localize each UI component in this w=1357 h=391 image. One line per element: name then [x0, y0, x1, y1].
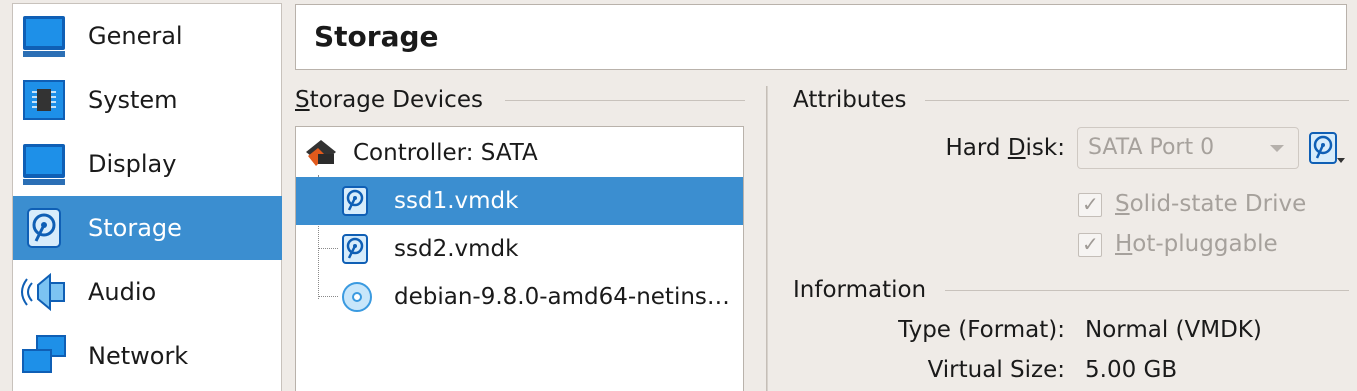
mnemonic: S	[1115, 191, 1130, 217]
solid-state-checkbox[interactable]: ✓	[1078, 192, 1102, 217]
sidebar-item-label: Audio	[88, 278, 157, 306]
hard-disk-icon	[342, 186, 368, 216]
attributes-title: Attributes	[793, 87, 907, 113]
general-icon	[23, 16, 65, 57]
network-icon	[22, 335, 66, 373]
title-rest: torage Devices	[309, 87, 483, 113]
chevron-down-icon	[1270, 145, 1284, 152]
settings-sidebar: General System Display Storage Audio Net…	[12, 3, 282, 391]
hard-disk-icon	[342, 234, 368, 264]
sidebar-item-label: Storage	[88, 214, 182, 242]
tree-item-ssd1[interactable]: ssd1.vmdk	[296, 177, 743, 225]
mnemonic: S	[295, 87, 310, 113]
label-part: ot-pluggable	[1132, 231, 1278, 257]
hot-pluggable-checkbox[interactable]: ✓	[1078, 232, 1102, 257]
sidebar-item-label: System	[88, 86, 178, 114]
display-icon	[23, 144, 65, 185]
divider	[945, 290, 1349, 291]
hard-disk-select-value: SATA Port 0	[1088, 135, 1215, 160]
tree-item-label: debian-9.8.0-amd64-netins…	[394, 284, 730, 310]
label-part: Hard	[945, 135, 1008, 161]
label-part: isk:	[1025, 135, 1065, 161]
choose-disk-button[interactable]	[1307, 130, 1347, 168]
label-part: olid-state Drive	[1129, 191, 1307, 217]
tree-item-label: ssd1.vmdk	[394, 188, 519, 214]
info-size-value: 5.00 GB	[1085, 357, 1178, 383]
divider	[925, 100, 1349, 101]
storage-icon	[27, 208, 61, 248]
hot-pluggable-label: Hot-pluggable	[1115, 229, 1278, 259]
info-type-label: Type (Format):	[898, 317, 1065, 343]
sidebar-item-system[interactable]: System	[13, 68, 282, 132]
sidebar-item-general[interactable]: General	[13, 4, 282, 68]
tree-item-controller[interactable]: Controller: SATA	[296, 129, 743, 177]
tree-item-label: ssd2.vmdk	[394, 236, 519, 262]
storage-tree[interactable]: Controller: SATA ssd1.vmdk ssd2.vmdk deb…	[295, 126, 744, 391]
sidebar-item-label: Network	[88, 342, 189, 370]
controller-icon	[306, 140, 336, 166]
page-header: Storage	[295, 4, 1347, 70]
mnemonic: D	[1007, 135, 1026, 161]
tree-item-debian-iso[interactable]: debian-9.8.0-amd64-netins…	[296, 273, 743, 321]
sidebar-item-network[interactable]: Network	[13, 324, 282, 388]
check-icon: ✓	[1082, 192, 1099, 216]
sidebar-item-display[interactable]: Display	[13, 132, 282, 196]
check-icon: ✓	[1082, 232, 1099, 256]
info-size-label: Virtual Size:	[927, 357, 1065, 383]
storage-devices-title: Storage Devices	[295, 86, 483, 114]
system-icon	[23, 80, 65, 120]
page-title: Storage	[314, 20, 439, 53]
divider	[505, 100, 745, 101]
information-title: Information	[793, 277, 927, 303]
sidebar-item-audio[interactable]: Audio	[13, 260, 282, 324]
solid-state-label: Solid-state Drive	[1115, 189, 1306, 219]
panel-separator	[766, 86, 768, 391]
info-type-value: Normal (VMDK)	[1085, 317, 1262, 343]
hard-disk-select[interactable]: SATA Port 0	[1077, 127, 1299, 169]
mnemonic: H	[1115, 231, 1133, 257]
optical-disc-icon	[342, 282, 372, 312]
hard-disk-label: Hard Disk:	[900, 133, 1065, 163]
audio-icon	[21, 272, 65, 312]
tree-item-label: Controller: SATA	[353, 140, 538, 166]
sidebar-item-label: General	[88, 22, 183, 50]
sidebar-item-label: Display	[88, 150, 177, 178]
sidebar-item-storage[interactable]: Storage	[13, 196, 282, 260]
tree-item-ssd2[interactable]: ssd2.vmdk	[296, 225, 743, 273]
